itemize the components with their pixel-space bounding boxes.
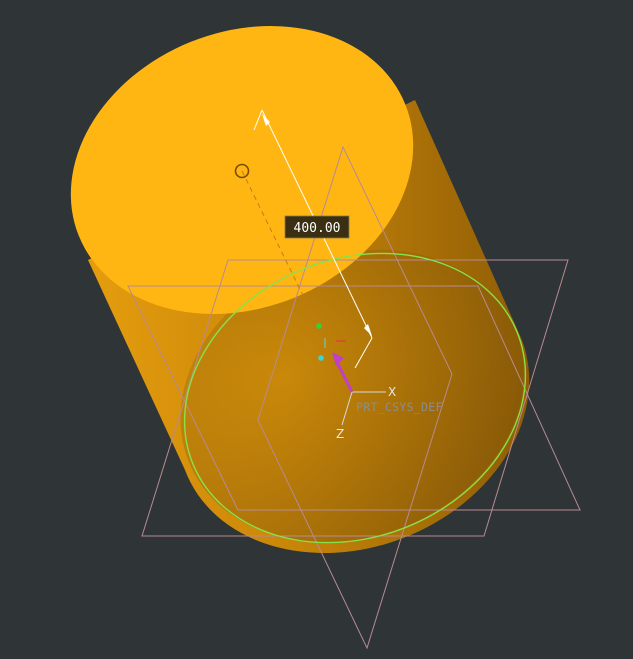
csys-name-label: PRT_CSYS_DEF xyxy=(356,400,443,414)
dimension-value[interactable]: 400.00 xyxy=(294,221,341,236)
origin-green-dot xyxy=(316,323,322,329)
graphics-window[interactable]: 400.00 X Z PRT_CSYS_DEF xyxy=(0,0,633,659)
origin-cyan-dot xyxy=(318,355,324,361)
dimension-value-box[interactable]: 400.00 xyxy=(284,215,350,239)
csys-x-label: X xyxy=(388,385,396,399)
model-view[interactable]: 400.00 X Z PRT_CSYS_DEF xyxy=(0,0,633,659)
csys-z-label: Z xyxy=(336,427,344,441)
